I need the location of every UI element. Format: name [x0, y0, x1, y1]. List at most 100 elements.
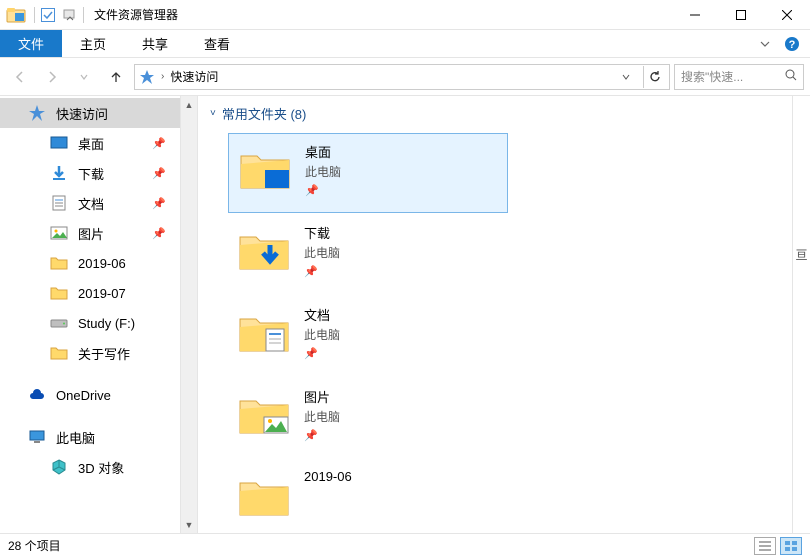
right-edge-text: 亘	[795, 246, 807, 263]
help-icon[interactable]: ?	[780, 30, 804, 57]
sidebar-scrollbar[interactable]: ▲ ▼	[180, 96, 197, 533]
sidebar-item-label: 此电脑	[56, 428, 95, 447]
sidebar-item-label: 关于写作	[78, 344, 130, 363]
ribbon-tab-2[interactable]: 共享	[124, 30, 186, 57]
document-icon	[50, 194, 68, 212]
folder-item-0[interactable]: 桌面此电脑 📌	[228, 133, 508, 213]
sidebar-item-0[interactable]: 快速访问	[0, 98, 180, 128]
chevron-down-icon: ˅	[210, 108, 216, 119]
folder-icon	[234, 221, 294, 281]
sidebar-item-2[interactable]: 下载 📌	[0, 158, 180, 188]
ribbon-tab-0[interactable]: 文件	[0, 30, 62, 57]
quick-access-checkbox-icon[interactable]	[40, 7, 56, 23]
sidebar-item-label: 3D 对象	[78, 458, 124, 477]
sidebar-item-13[interactable]: 3D 对象	[0, 452, 180, 482]
sidebar-item-10[interactable]: OneDrive	[0, 380, 180, 410]
sidebar-item-7[interactable]: Study (F:)	[0, 308, 180, 338]
folder-item-1[interactable]: 下载此电脑 📌	[228, 215, 508, 295]
sidebar-item-label: 快速访问	[56, 104, 108, 123]
sidebar-item-5[interactable]: 2019-06	[0, 248, 180, 278]
folder-icon	[50, 254, 68, 272]
refresh-button[interactable]	[643, 66, 665, 88]
minimize-button[interactable]	[672, 0, 718, 30]
3d-icon	[50, 458, 68, 476]
pin-icon: 📌	[304, 347, 340, 360]
sidebar-item-label: 2019-07	[78, 286, 126, 301]
folder-location: 此电脑	[304, 244, 340, 261]
sidebar-item-3[interactable]: 文档 📌	[0, 188, 180, 218]
folder-name: 2019-06	[304, 469, 352, 484]
address-dropdown-button[interactable]	[615, 66, 637, 88]
ribbon: 文件主页共享查看 ?	[0, 30, 810, 58]
folder-item-3[interactable]: 图片此电脑 📌	[228, 379, 508, 459]
right-edge-panel: 亘	[792, 96, 810, 533]
folder-name: 桌面	[305, 142, 341, 161]
details-view-button[interactable]	[754, 537, 776, 555]
pin-icon: 📌	[152, 167, 166, 180]
status-text: 28 个项目	[8, 537, 61, 554]
drive-icon	[50, 314, 68, 332]
folder-name: 文档	[304, 305, 340, 324]
pin-icon: 📌	[305, 184, 341, 197]
sidebar-item-label: 图片	[78, 224, 104, 243]
folder-location: 此电脑	[304, 326, 340, 343]
pin-icon: 📌	[304, 429, 340, 442]
large-icons-view-button[interactable]	[780, 537, 802, 555]
sidebar-item-4[interactable]: 图片 📌	[0, 218, 180, 248]
ribbon-tab-3[interactable]: 查看	[186, 30, 248, 57]
picture-icon	[50, 224, 68, 242]
chevron-right-icon: ›	[161, 71, 164, 82]
folder-location: 此电脑	[305, 163, 341, 180]
pin-icon: 📌	[152, 197, 166, 210]
folder-location: 此电脑	[304, 408, 340, 425]
pin-icon: 📌	[152, 137, 166, 150]
window-title: 文件资源管理器	[94, 6, 178, 23]
sidebar-item-8[interactable]: 关于写作	[0, 338, 180, 368]
pin-icon: 📌	[152, 227, 166, 240]
forward-button[interactable]	[38, 63, 66, 91]
ribbon-expand-icon[interactable]	[750, 30, 780, 57]
folder-icon	[234, 385, 294, 445]
star-icon	[28, 104, 46, 122]
download-icon	[50, 164, 68, 182]
recent-locations-button[interactable]	[70, 63, 98, 91]
folder-icon	[50, 284, 68, 302]
folder-name: 下载	[304, 223, 340, 242]
search-placeholder: 搜索"快速...	[681, 68, 743, 85]
group-header[interactable]: ˅ 常用文件夹 (8)	[210, 104, 780, 123]
navigation-pane: 快速访问桌面 📌 下载 📌 文档 📌 图片 📌 2019-06 2019-07 Study (F:)…	[0, 96, 180, 533]
folder-icon	[234, 467, 294, 527]
main-pane: ˅ 常用文件夹 (8) 桌面此电脑📌下载此电脑📌文档此电脑📌图片此电脑📌2019…	[198, 96, 792, 533]
sidebar-item-label: 下载	[78, 164, 104, 183]
close-button[interactable]	[764, 0, 810, 30]
sidebar-item-label: 文档	[78, 194, 104, 213]
ribbon-tab-1[interactable]: 主页	[62, 30, 124, 57]
sidebar-item-6[interactable]: 2019-07	[0, 278, 180, 308]
group-title: 常用文件夹 (8)	[222, 104, 307, 123]
address-bar[interactable]: › 快速访问	[134, 64, 670, 90]
back-button[interactable]	[6, 63, 34, 91]
folder-item-2[interactable]: 文档此电脑 📌	[228, 297, 508, 377]
content: ˅ 常用文件夹 (8) 桌面此电脑📌下载此电脑📌文档此电脑📌图片此电脑📌2019…	[198, 96, 810, 533]
sidebar-wrap: 快速访问桌面 📌 下载 📌 文档 📌 图片 📌 2019-06 2019-07 Study (F:)…	[0, 96, 198, 533]
maximize-button[interactable]	[718, 0, 764, 30]
sidebar-item-label: 桌面	[78, 134, 104, 153]
search-box[interactable]: 搜索"快速...	[674, 64, 804, 90]
sidebar-item-label: Study (F:)	[78, 316, 135, 331]
scroll-down-icon[interactable]: ▼	[181, 516, 197, 533]
desktop-icon	[50, 134, 68, 152]
scroll-up-icon[interactable]: ▲	[181, 96, 197, 113]
folder-name: 图片	[304, 387, 340, 406]
quick-access-dropdown-icon[interactable]	[62, 7, 78, 23]
sidebar-item-label: 2019-06	[78, 256, 126, 271]
sidebar-item-12[interactable]: 此电脑	[0, 422, 180, 452]
breadcrumb[interactable]: 快速访问	[170, 68, 218, 85]
pc-icon	[28, 428, 46, 446]
sidebar-item-1[interactable]: 桌面 📌	[0, 128, 180, 158]
folder-icon	[235, 140, 295, 200]
up-button[interactable]	[102, 63, 130, 91]
search-icon	[785, 69, 797, 84]
folder-item-4[interactable]: 2019-06	[228, 461, 508, 533]
pin-icon: 📌	[304, 265, 340, 278]
folder-icon	[234, 303, 294, 363]
